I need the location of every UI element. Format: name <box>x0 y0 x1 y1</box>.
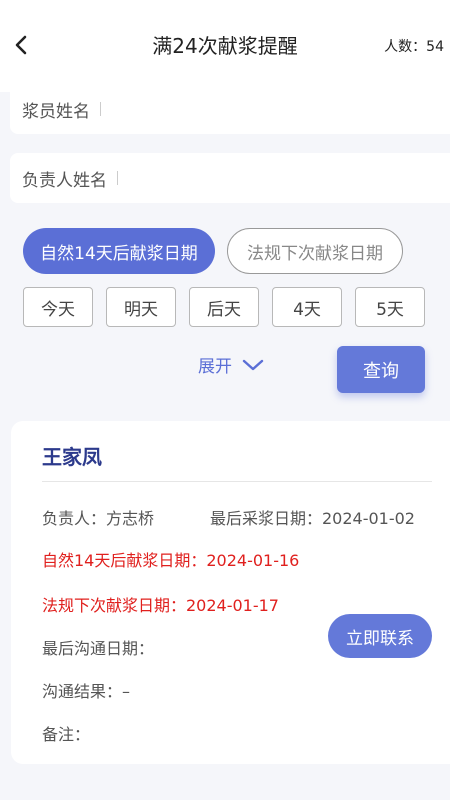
day-button-4-days[interactable]: 4天 <box>272 287 342 327</box>
remark: 备注： <box>42 725 91 744</box>
expand-toggle[interactable]: 展开 <box>198 352 264 377</box>
regulatory-next-date: 法规下次献浆日期：2024-01-17 <box>42 596 279 615</box>
input-caret <box>100 102 101 116</box>
contact-result: 沟通结果：– <box>42 682 131 701</box>
donor-name: 王家凤 <box>42 445 102 469</box>
donor-name-field[interactable]: 浆员姓名 <box>10 84 450 134</box>
manager-info: 负责人：方志桥 <box>42 509 155 528</box>
next-card-edge <box>0 784 450 800</box>
last-contact-date: 最后沟通日期： <box>42 639 155 658</box>
record-card: 王家凤 负责人：方志桥 最后采浆日期：2024-01-02 自然14天后献浆日期… <box>11 421 450 764</box>
natural-14-day-date: 自然14天后献浆日期：2024-01-16 <box>42 551 300 570</box>
donor-name-input[interactable] <box>107 89 450 129</box>
query-button[interactable]: 查询 <box>337 346 425 393</box>
donor-name-label: 浆员姓名 <box>22 101 90 122</box>
expand-label: 展开 <box>198 357 232 377</box>
manager-name-label: 负责人姓名 <box>22 170 107 191</box>
chip-natural-14-day-date[interactable]: 自然14天后献浆日期 <box>23 228 215 274</box>
chip-regulatory-next-date[interactable]: 法规下次献浆日期 <box>227 228 403 274</box>
chevron-down-icon <box>242 359 264 370</box>
divider <box>42 481 432 482</box>
manager-name-input[interactable] <box>124 158 450 198</box>
manager-name-field[interactable]: 负责人姓名 <box>10 153 450 203</box>
people-count: 人数：54 <box>384 39 444 55</box>
day-button-day-after[interactable]: 后天 <box>189 287 259 327</box>
day-button-today[interactable]: 今天 <box>23 287 93 327</box>
page-title: 满24次献浆提醒 <box>152 34 298 58</box>
input-caret <box>117 171 118 185</box>
app-header: 满24次献浆提醒 人数：54 <box>0 0 450 92</box>
day-button-tomorrow[interactable]: 明天 <box>106 287 176 327</box>
contact-now-button[interactable]: 立即联系 <box>328 614 432 658</box>
day-button-5-days[interactable]: 5天 <box>355 287 425 327</box>
last-collection-date: 最后采浆日期：2024-01-02 <box>210 509 415 528</box>
